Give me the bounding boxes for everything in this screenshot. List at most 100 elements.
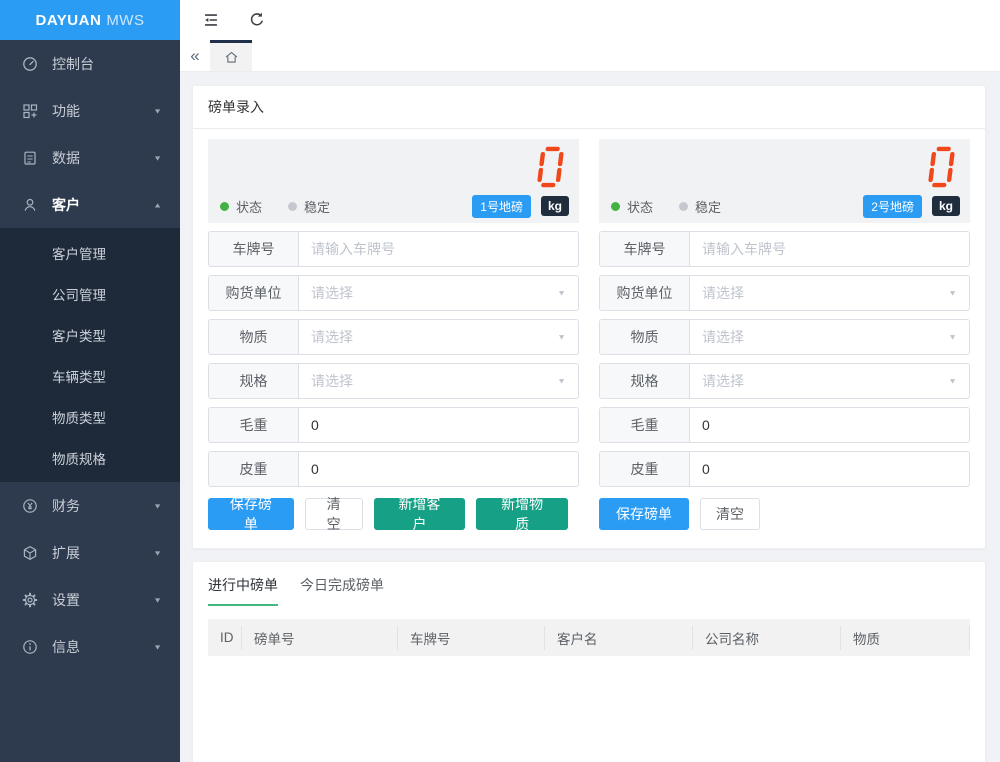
tab-inprogress-tickets[interactable]: 进行中磅单 [208, 575, 278, 606]
subitem-label: 公司管理 [52, 284, 106, 304]
buyer-unit-select[interactable]: 请选择▼ [299, 276, 578, 310]
sidebar-subitem-customer-type[interactable]: 客户类型 [0, 314, 180, 355]
coin-icon [22, 498, 38, 514]
sidebar-item-data[interactable]: 数据 ▼ [0, 134, 180, 181]
sidebar-item-customers[interactable]: 客户 ▲ [0, 181, 180, 228]
unit-badge: kg [932, 196, 960, 216]
field-label: 物质 [209, 320, 299, 354]
field-buyer-unit: 购货单位 请选择▼ [208, 275, 579, 311]
material-select[interactable]: 请选择▼ [299, 320, 578, 354]
gross-weight-input[interactable] [702, 417, 957, 433]
seven-segment-zero [926, 145, 956, 189]
field-plate-number: 车牌号 [599, 231, 970, 267]
subitem-label: 物质类型 [52, 407, 106, 427]
stable-dot-gray [288, 202, 297, 211]
clear-button[interactable]: 清空 [305, 498, 363, 530]
scale-panel-2: 0 状态 稳定 2号地磅 kg [599, 137, 970, 530]
select-placeholder: 请选择 [702, 371, 744, 391]
sidebar-item-label: 扩展 [52, 543, 153, 563]
table-header: ID 磅单号 车牌号 客户名 公司名称 物质 [208, 619, 970, 656]
add-material-button[interactable]: 新增物质 [476, 498, 568, 530]
chevron-down-icon: ▼ [557, 289, 566, 298]
col-company-name: 公司名称 [693, 626, 841, 650]
select-placeholder: 请选择 [311, 371, 353, 391]
status-dot-green [611, 202, 620, 211]
sidebar-item-finance[interactable]: 财务 ▼ [0, 482, 180, 529]
refresh-icon[interactable] [248, 11, 266, 29]
plate-number-input[interactable] [702, 241, 957, 257]
field-material: 物质 请选择▼ [208, 319, 579, 355]
page-content: 磅单录入 [180, 72, 1000, 762]
sidebar-subitem-customer-mgmt[interactable]: 客户管理 [0, 232, 180, 273]
field-plate-number: 车牌号 [208, 231, 579, 267]
chevron-up-icon: ▲ [153, 201, 162, 209]
brand-logo: DAYUAN MWS [0, 0, 180, 40]
tab-completed-today-tickets[interactable]: 今日完成磅单 [300, 575, 384, 606]
gross-weight-input[interactable] [311, 417, 566, 433]
chevron-down-icon: ▼ [153, 502, 162, 510]
chevron-down-icon: ▼ [948, 377, 957, 386]
sidebar-subitem-material-spec[interactable]: 物质规格 [0, 437, 180, 478]
sidebar-subitem-company-mgmt[interactable]: 公司管理 [0, 273, 180, 314]
field-tare-weight: 皮重 [208, 451, 579, 487]
grid-icon [22, 103, 38, 119]
chevron-down-icon: ▼ [153, 596, 162, 604]
buyer-unit-select[interactable]: 请选择▼ [690, 276, 969, 310]
stable-label: 稳定 [695, 197, 721, 216]
sidebar-item-label: 信息 [52, 637, 153, 657]
clear-button[interactable]: 清空 [700, 498, 760, 530]
field-label: 购货单位 [209, 276, 299, 310]
sidebar-subitem-material-type[interactable]: 物质类型 [0, 396, 180, 437]
field-gross-weight: 毛重 [208, 407, 579, 443]
field-label: 购货单位 [600, 276, 690, 310]
sidebar-menu: 控制台 功能 ▼ 数据 ▼ 客户 ▲ 客户管理 公司管理 客户类型 [0, 40, 180, 762]
field-buyer-unit: 购货单位 请选择▼ [599, 275, 970, 311]
seven-segment-zero [535, 145, 565, 189]
scale-badge: 2号地磅 [863, 195, 922, 218]
plate-number-input[interactable] [311, 241, 566, 257]
save-ticket-button[interactable]: 保存磅单 [599, 498, 689, 530]
sidebar-item-settings[interactable]: 设置 ▼ [0, 576, 180, 623]
col-plate-no: 车牌号 [398, 626, 545, 650]
sidebar-item-label: 设置 [52, 590, 153, 610]
chevron-down-icon: ▼ [153, 107, 162, 115]
dashboard-icon [22, 56, 38, 72]
sidebar-item-console[interactable]: 控制台 [0, 40, 180, 87]
col-id: ID [208, 626, 242, 650]
sidebar-item-label: 功能 [52, 101, 153, 121]
sidebar-subitem-vehicle-type[interactable]: 车辆类型 [0, 355, 180, 396]
sidebar-item-info[interactable]: 信息 ▼ [0, 623, 180, 670]
sidebar-item-extensions[interactable]: 扩展 ▼ [0, 529, 180, 576]
scale-badge: 1号地磅 [472, 195, 531, 218]
tare-weight-input[interactable] [702, 461, 957, 477]
clipboard-icon [22, 150, 38, 166]
material-select[interactable]: 请选择▼ [690, 320, 969, 354]
field-label: 毛重 [209, 408, 299, 442]
add-customer-button[interactable]: 新增客户 [374, 498, 466, 530]
double-chevron-left-icon: « [190, 46, 199, 66]
spec-select[interactable]: 请选择 ▼ [690, 364, 969, 398]
cube-icon [22, 545, 38, 561]
sidebar: DAYUAN MWS 控制台 功能 ▼ 数据 ▼ 客户 ▲ [0, 0, 180, 762]
chevron-down-icon: ▼ [153, 643, 162, 651]
weigh-entry-card: 磅单录入 [192, 85, 986, 549]
col-ticket-no: 磅单号 [242, 626, 398, 650]
status-label: 状态 [236, 197, 262, 216]
save-ticket-button[interactable]: 保存磅单 [208, 498, 294, 530]
spec-select[interactable]: 请选择▼ [299, 364, 578, 398]
col-material: 物质 [841, 626, 970, 650]
field-spec: 规格 请选择▼ [599, 363, 970, 399]
sidebar-item-functions[interactable]: 功能 ▼ [0, 87, 180, 134]
sidebar-item-label: 客户 [52, 195, 153, 215]
tabs-collapse-button[interactable]: « [180, 40, 210, 71]
chevron-down-icon: ▼ [948, 289, 957, 298]
scale-panel-1: 0 状态 稳定 1号地磅 kg [208, 137, 579, 530]
gear-icon [22, 592, 38, 608]
tare-weight-input[interactable] [311, 461, 566, 477]
field-label: 皮重 [209, 452, 299, 486]
tickets-card: 进行中磅单 今日完成磅单 ID 磅单号 车牌号 客户名 公司名称 物质 [192, 561, 986, 762]
menu-fold-icon[interactable] [202, 11, 220, 29]
tab-home[interactable] [210, 40, 252, 71]
chevron-down-icon: ▼ [557, 333, 566, 342]
sidebar-item-label: 财务 [52, 496, 153, 516]
